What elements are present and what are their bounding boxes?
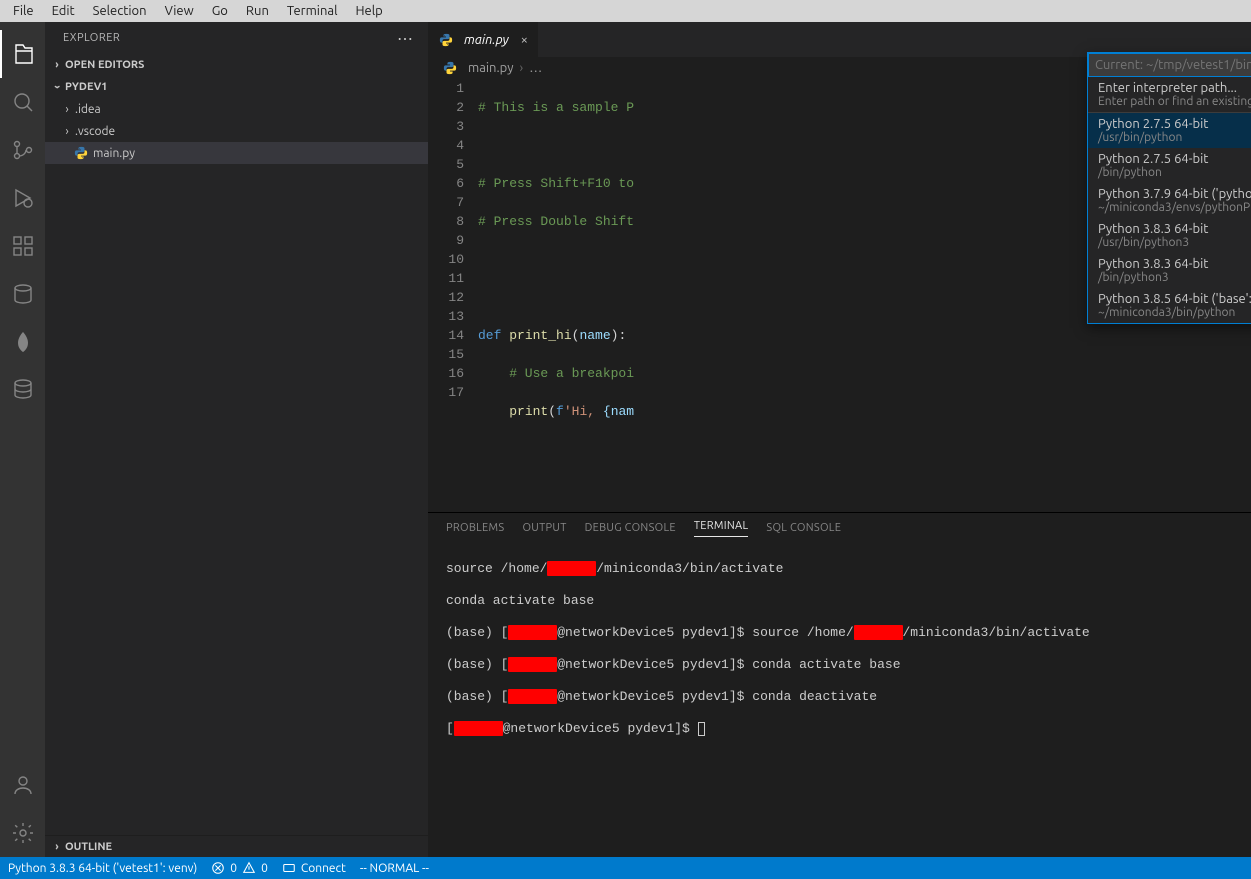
- python-file-icon: [73, 145, 89, 161]
- chevron-right-icon: ›: [520, 61, 524, 75]
- status-bar: Python 3.8.3 64-bit ('vetest1': venv) 0 …: [0, 857, 1251, 879]
- interp-title: Python 3.8.3 64-bit: [1098, 257, 1251, 271]
- tree-folder-idea[interactable]: › .idea: [45, 98, 428, 120]
- interp-title: Python 3.7.9 64-bit ('pythonProject': co…: [1098, 187, 1251, 201]
- menu-edit[interactable]: Edit: [43, 2, 84, 20]
- status-interpreter[interactable]: Python 3.8.3 64-bit ('vetest1': venv): [8, 862, 197, 875]
- activity-bar: [0, 22, 45, 857]
- panel-tab-debug-console[interactable]: DEBUG CONSOLE: [585, 522, 676, 534]
- terminal-content[interactable]: source /home/██████/miniconda3/bin/activ…: [428, 543, 1251, 857]
- tab-main-py[interactable]: main.py ×: [428, 22, 539, 57]
- status-problems[interactable]: 0 0: [211, 861, 268, 875]
- breadcrumb-rest: …: [529, 61, 542, 75]
- mongodb-icon[interactable]: [0, 318, 45, 366]
- chevron-right-icon: ›: [59, 125, 75, 138]
- python-file-icon: [442, 60, 458, 76]
- interp-title: Python 3.8.5 64-bit ('base': conda): [1098, 292, 1251, 306]
- breadcrumb-file: main.py: [468, 61, 514, 75]
- bottom-panel: PROBLEMS OUTPUT DEBUG CONSOLE TERMINAL S…: [428, 512, 1251, 857]
- search-icon[interactable]: [0, 78, 45, 126]
- chevron-right-icon: ›: [49, 59, 65, 71]
- tree-item-label: .vscode: [75, 125, 115, 138]
- database-stack-icon[interactable]: [0, 366, 45, 414]
- tree-folder-vscode[interactable]: › .vscode: [45, 120, 428, 142]
- close-icon[interactable]: ×: [521, 33, 528, 47]
- python-file-icon: [438, 32, 454, 48]
- explorer-sidebar: EXPLORER ⋯ › OPEN EDITORS › PYDEV1 › .id…: [45, 22, 428, 857]
- interpreter-enter-path[interactable]: Enter interpreter path... Enter path or …: [1088, 77, 1251, 113]
- menu-view[interactable]: View: [156, 2, 203, 20]
- open-editors-section[interactable]: › OPEN EDITORS: [45, 54, 428, 76]
- settings-gear-icon[interactable]: [0, 809, 45, 857]
- interp-title: Python 2.7.5 64-bit: [1098, 117, 1251, 131]
- source-control-icon[interactable]: [0, 126, 45, 174]
- interp-title: Enter interpreter path...: [1098, 81, 1251, 95]
- menu-run[interactable]: Run: [237, 2, 278, 20]
- editor-area: main.py × main.py › … 123456789101112131…: [428, 22, 1251, 857]
- interpreter-option[interactable]: Python 3.8.3 64-bit /usr/bin/python3: [1088, 218, 1251, 253]
- connect-icon: [282, 861, 296, 875]
- interp-title: Python 3.8.3 64-bit: [1098, 222, 1251, 236]
- interpreter-input[interactable]: [1088, 53, 1251, 77]
- warning-icon: [242, 861, 256, 875]
- menu-terminal[interactable]: Terminal: [278, 2, 347, 20]
- panel-tab-problems[interactable]: PROBLEMS: [446, 522, 504, 534]
- open-editors-label: OPEN EDITORS: [65, 59, 144, 71]
- chevron-down-icon: ›: [51, 79, 63, 95]
- outline-section[interactable]: › OUTLINE: [45, 835, 428, 857]
- explorer-title: EXPLORER: [63, 32, 120, 44]
- interpreter-option[interactable]: Python 3.8.5 64-bit ('base': conda) ~/mi…: [1088, 288, 1251, 323]
- interpreter-option[interactable]: Python 3.7.9 64-bit ('pythonProject': co…: [1088, 183, 1251, 218]
- panel-tab-terminal[interactable]: TERMINAL: [694, 520, 749, 537]
- outline-label: OUTLINE: [65, 841, 112, 853]
- menu-help[interactable]: Help: [346, 2, 391, 20]
- terminal-cursor: [698, 722, 705, 736]
- interpreter-picker: Enter interpreter path... Enter path or …: [1087, 52, 1251, 324]
- accounts-icon[interactable]: [0, 761, 45, 809]
- error-count: 0: [230, 862, 237, 875]
- explorer-more-icon[interactable]: ⋯: [397, 29, 414, 48]
- warning-count: 0: [261, 862, 268, 875]
- panel-tab-sql-console[interactable]: SQL CONSOLE: [766, 522, 841, 534]
- folder-section[interactable]: › PYDEV1: [45, 76, 428, 98]
- interpreter-option[interactable]: Python 2.7.5 64-bit /usr/bin/python: [1088, 113, 1251, 148]
- interp-sub: ~/miniconda3/envs/pythonProject/bin/pyth…: [1098, 201, 1251, 214]
- menu-go[interactable]: Go: [203, 2, 237, 20]
- error-icon: [211, 861, 225, 875]
- panel-tabs: PROBLEMS OUTPUT DEBUG CONSOLE TERMINAL S…: [428, 513, 1251, 543]
- interp-sub: Enter path or find an existing interpret…: [1098, 95, 1251, 108]
- interp-title: Python 2.7.5 64-bit: [1098, 152, 1251, 166]
- tree-file-main-py[interactable]: main.py: [45, 142, 428, 164]
- status-vim-mode: -- NORMAL --: [360, 862, 429, 875]
- interp-sub: ~/miniconda3/bin/python: [1098, 306, 1251, 319]
- run-debug-icon[interactable]: [0, 174, 45, 222]
- line-gutter: 1234567891011121314151617: [428, 79, 478, 512]
- menu-selection[interactable]: Selection: [84, 2, 156, 20]
- chevron-right-icon: ›: [59, 103, 75, 116]
- interp-sub: /usr/bin/python: [1098, 131, 1251, 144]
- tab-label: main.py: [464, 33, 509, 47]
- interp-sub: /usr/bin/python3: [1098, 236, 1251, 249]
- database-icon[interactable]: [0, 270, 45, 318]
- folder-label: PYDEV1: [65, 81, 108, 93]
- status-connect[interactable]: Connect: [282, 861, 346, 875]
- extensions-icon[interactable]: [0, 222, 45, 270]
- interpreter-option[interactable]: Python 2.7.5 64-bit /bin/python: [1088, 148, 1251, 183]
- interpreter-option[interactable]: Python 3.8.3 64-bit /bin/python3: [1088, 253, 1251, 288]
- panel-tab-output[interactable]: OUTPUT: [522, 522, 566, 534]
- interp-sub: /bin/python3: [1098, 271, 1251, 284]
- interp-sub: /bin/python: [1098, 166, 1251, 179]
- tree-item-label: main.py: [93, 147, 135, 160]
- menu-file[interactable]: File: [4, 2, 43, 20]
- chevron-right-icon: ›: [49, 841, 65, 853]
- tree-item-label: .idea: [75, 103, 101, 116]
- menubar: File Edit Selection View Go Run Terminal…: [0, 0, 1251, 22]
- explorer-icon[interactable]: [0, 30, 45, 78]
